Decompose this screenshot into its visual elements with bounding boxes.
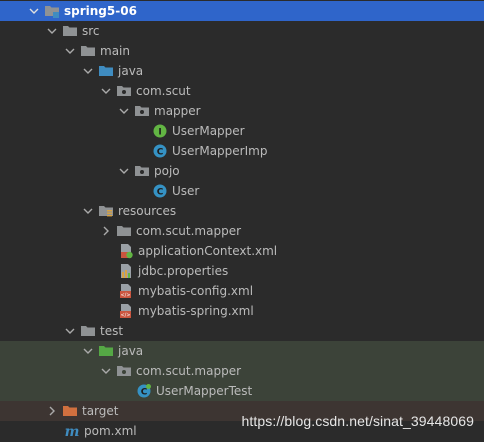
folder-icon <box>80 323 96 339</box>
xml-file-icon: </> <box>118 303 134 319</box>
test-class-icon: C <box>136 383 152 399</box>
test-source-folder-icon <box>98 343 114 359</box>
tree-node-user-mapper[interactable]: I UserMapper <box>0 121 484 141</box>
chevron-right-icon[interactable] <box>100 221 112 241</box>
tree-node-user-mapper-test[interactable]: C UserMapperTest <box>0 381 484 401</box>
node-label: target <box>82 404 119 418</box>
package-icon <box>116 83 132 99</box>
tree-node-mapper[interactable]: mapper <box>0 101 484 121</box>
node-label: src <box>82 24 100 38</box>
node-label: UserMapper <box>172 124 245 138</box>
project-tree: spring5-06 src main java com.scut mapper… <box>0 0 484 442</box>
tree-node-jdbc-properties[interactable]: jdbc.properties <box>0 261 484 281</box>
resources-folder-icon <box>98 203 114 219</box>
node-label: jdbc.properties <box>138 264 229 278</box>
svg-text:m: m <box>65 424 80 439</box>
chevron-down-icon[interactable] <box>28 1 40 21</box>
node-label: mapper <box>154 104 201 118</box>
node-label: com.scut.mapper <box>136 224 242 238</box>
tree-node-mybatis-spring[interactable]: </> mybatis-spring.xml <box>0 301 484 321</box>
folder-icon <box>62 23 78 39</box>
chevron-down-icon[interactable] <box>118 161 130 181</box>
excluded-folder-icon <box>62 403 78 419</box>
spring-xml-file-icon <box>118 243 134 259</box>
svg-text:</>: </> <box>120 293 130 299</box>
source-folder-icon <box>98 63 114 79</box>
folder-icon <box>80 43 96 59</box>
tree-node-res-com-scut-mapper[interactable]: com.scut.mapper <box>0 221 484 241</box>
node-label: com.scut <box>136 84 191 98</box>
node-label: test <box>100 324 124 338</box>
tree-node-user[interactable]: C User <box>0 181 484 201</box>
node-label: mybatis-spring.xml <box>138 304 254 318</box>
node-label: UserMapperTest <box>156 384 253 398</box>
node-label: java <box>118 344 144 358</box>
node-label: applicationContext.xml <box>138 244 278 258</box>
chevron-down-icon[interactable] <box>64 321 76 341</box>
node-label: com.scut.mapper <box>136 364 242 378</box>
project-name: spring5-06 <box>64 4 137 18</box>
node-label: UserMapperImp <box>172 144 268 158</box>
chevron-down-icon[interactable] <box>82 61 94 81</box>
tree-node-main[interactable]: main <box>0 41 484 61</box>
tree-node-src[interactable]: src <box>0 21 484 41</box>
tree-node-mybatis-config[interactable]: </> mybatis-config.xml <box>0 281 484 301</box>
chevron-down-icon[interactable] <box>82 201 94 221</box>
node-label: mybatis-config.xml <box>138 284 254 298</box>
svg-text:</>: </> <box>120 313 130 319</box>
node-label: pojo <box>154 164 180 178</box>
chevron-down-icon[interactable] <box>46 21 58 41</box>
properties-file-icon <box>118 263 134 279</box>
maven-icon: m <box>64 423 80 439</box>
svg-text:C: C <box>157 148 164 158</box>
xml-file-icon: </> <box>118 283 134 299</box>
package-icon <box>116 363 132 379</box>
chevron-down-icon[interactable] <box>118 101 130 121</box>
class-icon: C <box>152 143 168 159</box>
svg-text:I: I <box>158 128 161 138</box>
package-icon <box>134 163 150 179</box>
tree-node-resources[interactable]: resources <box>0 201 484 221</box>
watermark-text: https://blog.csdn.net/sinat_39448069 <box>241 413 474 429</box>
tree-node-user-mapper-imp[interactable]: C UserMapperImp <box>0 141 484 161</box>
folder-icon <box>116 223 132 239</box>
node-label: pom.xml <box>84 424 137 438</box>
interface-icon: I <box>152 123 168 139</box>
chevron-down-icon[interactable] <box>100 361 112 381</box>
module-folder-icon <box>44 3 60 19</box>
chevron-down-icon[interactable] <box>64 41 76 61</box>
package-icon <box>134 103 150 119</box>
node-label: main <box>100 44 130 58</box>
tree-node-test-com-scut-mapper[interactable]: com.scut.mapper <box>0 361 484 381</box>
chevron-down-icon[interactable] <box>100 81 112 101</box>
chevron-down-icon[interactable] <box>82 341 94 361</box>
svg-text:C: C <box>141 388 148 398</box>
node-label: resources <box>118 204 177 218</box>
class-icon: C <box>152 183 168 199</box>
tree-node-pojo[interactable]: pojo <box>0 161 484 181</box>
chevron-right-icon[interactable] <box>46 401 58 421</box>
tree-node-com-scut[interactable]: com.scut <box>0 81 484 101</box>
tree-node-project[interactable]: spring5-06 <box>0 1 484 21</box>
node-label: User <box>172 184 200 198</box>
tree-node-application-context[interactable]: applicationContext.xml <box>0 241 484 261</box>
node-label: java <box>118 64 144 78</box>
tree-node-java[interactable]: java <box>0 61 484 81</box>
svg-text:C: C <box>157 188 164 198</box>
tree-node-test-java[interactable]: java <box>0 341 484 361</box>
tree-node-test[interactable]: test <box>0 321 484 341</box>
